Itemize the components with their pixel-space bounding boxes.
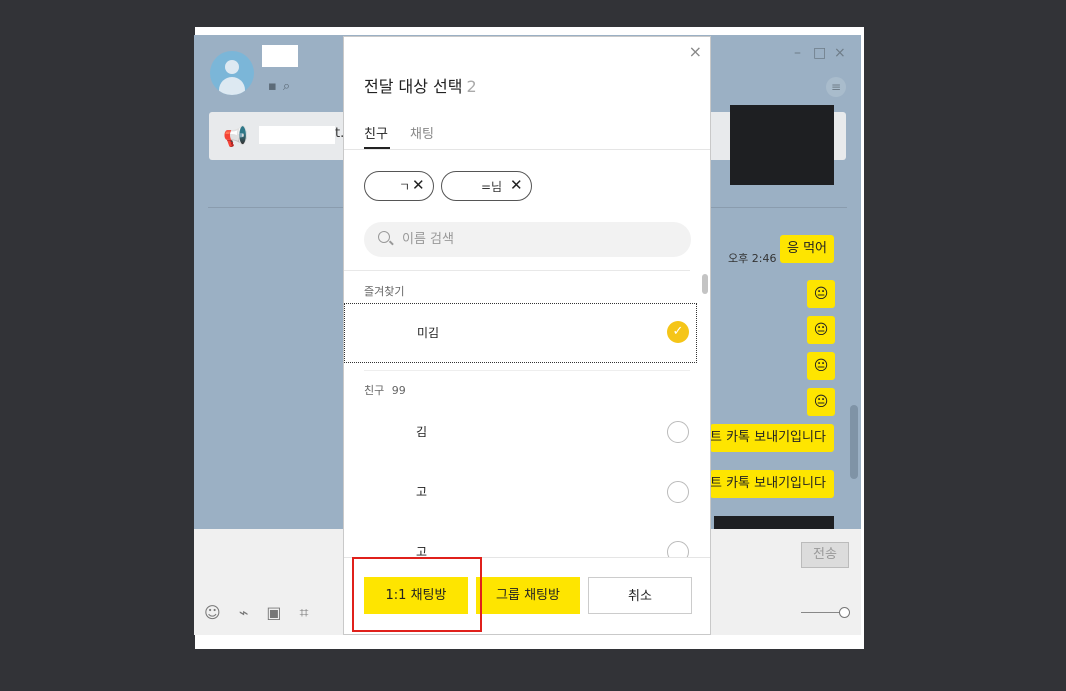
section-divider: [364, 370, 690, 371]
tab-friends[interactable]: 친구: [364, 123, 388, 142]
forward-target-dialog: × 전달 대상 선택2 친구 채팅 ㄱ ✕ =님 ✕ 즐겨찾기 미김 ✓ 친구 …: [343, 36, 711, 635]
menu-icon[interactable]: ≡: [826, 77, 846, 97]
unchecked-circle-icon[interactable]: [667, 541, 689, 557]
friend-name: 고: [416, 485, 428, 499]
cancel-button[interactable]: 취소: [588, 577, 692, 614]
remove-chip-icon[interactable]: ✕: [412, 176, 425, 194]
input-toolbar: ☺⌁▣⌗: [204, 603, 326, 623]
profile-avatar[interactable]: [210, 51, 254, 95]
message-bubble[interactable]: 응 먹어: [780, 235, 834, 263]
emoticon-icon[interactable]: ☺: [204, 603, 239, 622]
selected-chip[interactable]: ㄱ ✕: [364, 171, 434, 201]
chip-label: =님: [481, 180, 503, 194]
emoticon-bubble[interactable]: 😐: [807, 352, 835, 380]
section-divider: [344, 270, 690, 271]
selected-count: 2: [466, 77, 477, 96]
list-scrollbar[interactable]: [702, 274, 708, 294]
emoticon-bubble[interactable]: 😐: [807, 280, 835, 308]
chip-label: ㄱ: [399, 180, 411, 194]
friend-name: 미김: [417, 326, 440, 340]
send-button[interactable]: 전송: [801, 542, 849, 568]
list-item[interactable]: 김: [344, 403, 694, 461]
search-icon[interactable]: ⌕: [283, 79, 296, 94]
favorites-label: 즐겨찾기: [364, 285, 405, 298]
unchecked-circle-icon[interactable]: [667, 481, 689, 503]
avatar-head: [225, 60, 239, 74]
image-thumbnail[interactable]: [730, 105, 834, 185]
message-bubble[interactable]: 트 카톡 보내기입니다: [710, 424, 834, 452]
emoticon-bubble[interactable]: 😐: [807, 388, 835, 416]
list-item-favorite[interactable]: 미김 ✓: [344, 303, 697, 363]
calendar-icon[interactable]: ▣: [266, 603, 299, 622]
remove-chip-icon[interactable]: ✕: [510, 176, 523, 194]
name-search[interactable]: [364, 222, 691, 257]
message-time: 오후 2:46: [728, 252, 777, 265]
close-icon[interactable]: ×: [689, 42, 702, 61]
search-input[interactable]: [402, 222, 672, 257]
avatar-body: [219, 77, 245, 95]
friends-label: 친구: [364, 384, 385, 397]
friends-section-header: 친구 99: [364, 382, 406, 398]
friend-name: 김: [416, 425, 428, 439]
search-icon: [378, 231, 390, 243]
capture-icon[interactable]: ⌗: [299, 603, 326, 622]
close-window-icon[interactable]: ×: [834, 45, 846, 61]
dialog-title-text: 전달 대상 선택: [364, 77, 463, 96]
minimize-icon[interactable]: –: [794, 45, 801, 61]
emoticon-bubble[interactable]: 😐: [807, 316, 835, 344]
message-bubble[interactable]: 트 카톡 보내기입니다: [710, 470, 834, 498]
highlight-box: [352, 557, 482, 632]
dialog-title: 전달 대상 선택 2: [364, 73, 477, 97]
check-icon[interactable]: ✓: [667, 321, 689, 343]
unchecked-circle-icon[interactable]: [667, 421, 689, 443]
list-item[interactable]: 고: [344, 523, 694, 557]
selected-chip[interactable]: =님 ✕: [441, 171, 532, 201]
group-chat-button[interactable]: 그룹 채팅방: [476, 577, 580, 614]
image-thumbnail[interactable]: [714, 516, 834, 529]
chat-scrollbar[interactable]: [850, 405, 858, 479]
tab-chats[interactable]: 채팅: [410, 123, 434, 142]
header-tool-icons[interactable]: ▪⌕: [268, 79, 296, 94]
list-item[interactable]: 고: [344, 463, 694, 521]
friend-name: 고: [416, 545, 428, 557]
tab-divider: [344, 149, 710, 150]
chat-room-name-redacted: [262, 45, 298, 67]
opacity-slider-knob[interactable]: [839, 607, 850, 618]
maximize-icon[interactable]: □: [813, 45, 826, 61]
notice-text-redacted: [259, 126, 335, 144]
folder-icon[interactable]: ▪: [268, 79, 283, 94]
megaphone-icon: 📢: [223, 124, 248, 148]
friends-count: 99: [391, 384, 406, 397]
attach-icon[interactable]: ⌁: [239, 603, 267, 622]
